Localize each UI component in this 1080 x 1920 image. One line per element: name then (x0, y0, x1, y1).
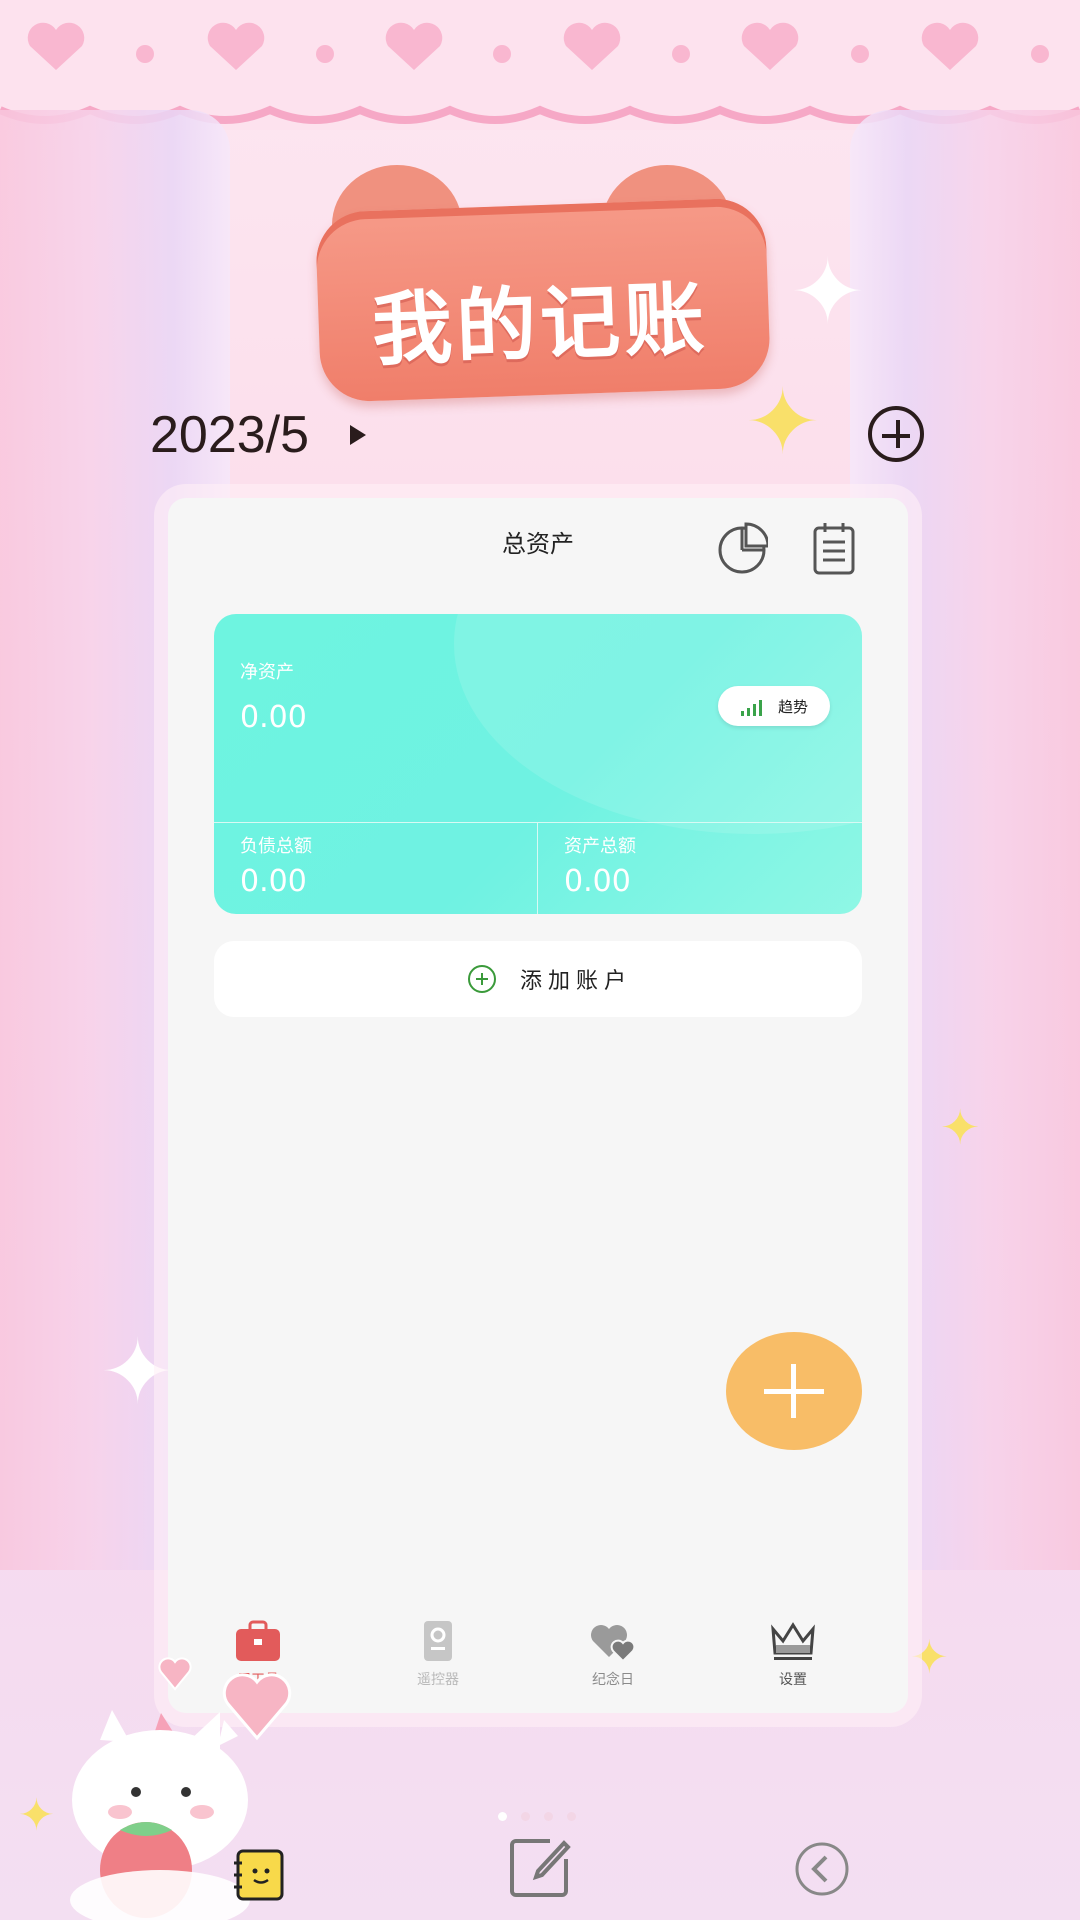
toolbox-icon (236, 1620, 280, 1661)
widget-title: 我的记账 (370, 272, 710, 377)
asset-summary-card: 净资产 0.00 趋势 负债总额 0.00 资产总额 0.00 (214, 614, 862, 914)
sparkle-icon: ✦ (100, 1320, 176, 1425)
star-icon: ✦ (910, 1630, 949, 1684)
total-assets-label: 资产总额 (564, 836, 636, 857)
add-entry-fab[interactable] (726, 1332, 862, 1450)
add-circle-icon (468, 965, 496, 993)
floating-heart-icon (222, 1673, 292, 1741)
net-assets-label: 净资产 (240, 662, 294, 683)
current-month: 2023/5 (150, 406, 310, 464)
tab-settings-label: 设置 (779, 1672, 807, 1688)
remote-icon (424, 1621, 452, 1661)
notes-app-icon[interactable] (234, 1847, 286, 1903)
launcher-dock (0, 1805, 1080, 1920)
crown-icon (771, 1622, 815, 1660)
net-assets-value: 0.00 (240, 700, 307, 735)
add-record-button[interactable] (868, 406, 924, 462)
add-account-label: 添加账户 (520, 969, 633, 994)
sparkle-icon: ✦ (790, 240, 866, 345)
next-month-arrow-icon[interactable] (350, 425, 366, 445)
add-account-button[interactable]: 添加账户 (214, 941, 862, 1017)
trend-label: 趋势 (778, 698, 809, 716)
assets-panel: 总资产 净资产 0.00 趋势 负债总额 0.00 资产总额 0.00 添加账户… (168, 498, 908, 1713)
back-app-icon[interactable] (794, 1841, 850, 1897)
star-icon: ✦ (940, 1100, 981, 1156)
card-divider (537, 822, 538, 914)
total-assets-value: 0.00 (564, 864, 631, 899)
liabilities-value: 0.00 (240, 864, 307, 899)
month-selector[interactable]: 2023/5 (150, 405, 366, 465)
edit-app-icon[interactable] (508, 1835, 572, 1899)
floating-heart-icon (158, 1657, 192, 1691)
card-divider (214, 822, 862, 823)
hearts-icon (591, 1625, 636, 1663)
tab-anniversary-label: 纪念日 (592, 1672, 634, 1688)
panel-title: 总资产 (502, 530, 574, 558)
trend-button[interactable]: 趋势 (718, 686, 830, 726)
trend-bars-icon (741, 700, 762, 716)
title-badge: 我的记账 (312, 165, 772, 405)
ledger-list-icon[interactable] (812, 520, 856, 576)
liabilities-label: 负债总额 (240, 836, 312, 857)
tab-remote-label: 遥控器 (417, 1672, 459, 1688)
pie-chart-icon[interactable] (716, 522, 768, 574)
